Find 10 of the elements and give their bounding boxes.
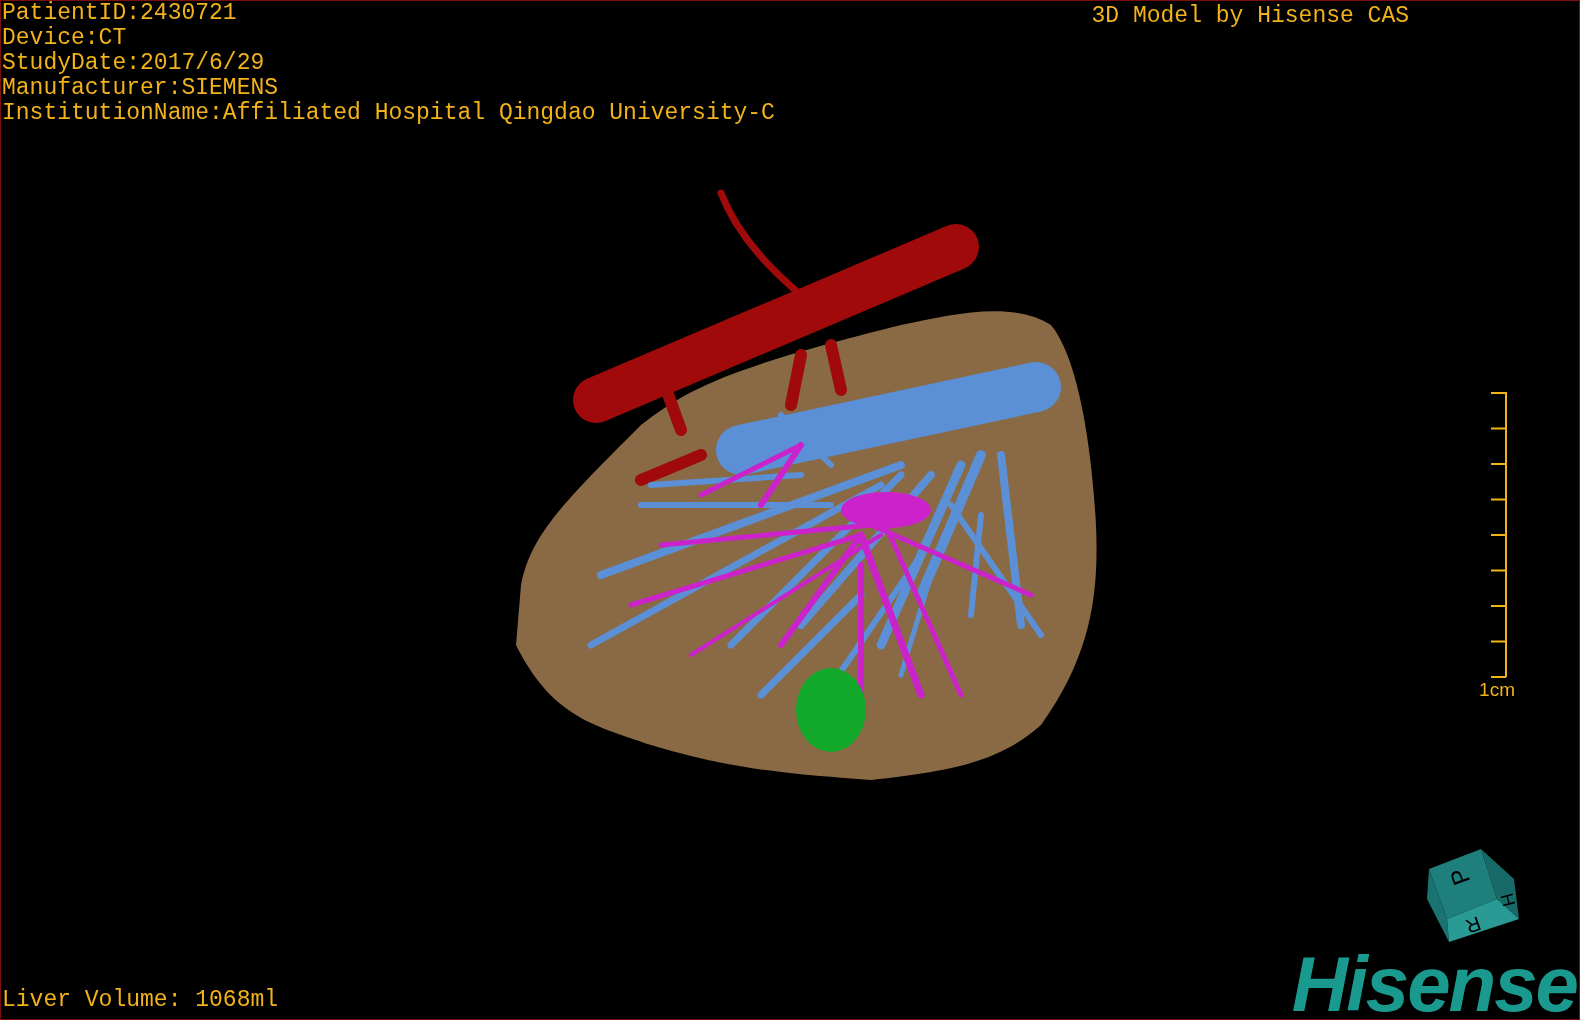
scale-bar-icon xyxy=(1489,389,1509,679)
patient-info-text: InstitutionName:Affiliated Hospital Qingdao University-C xyxy=(1,101,775,126)
liver-volume-text: Liver Volume: 1068ml xyxy=(1,986,279,1015)
patient-info-text: Device:CT xyxy=(1,26,128,51)
patient-info-text: StudyDate:2017/6/29 xyxy=(1,51,266,76)
patient-info-text: PatientID:2430721 xyxy=(1,1,238,26)
scale-label: 1cm xyxy=(1479,679,1515,701)
brand-logo: Hisense xyxy=(1291,949,1577,1019)
viewer-title: 3D Model by Hisense CAS xyxy=(1091,2,1409,31)
patient-info-text: Manufacturer:SIEMENS xyxy=(1,76,280,101)
